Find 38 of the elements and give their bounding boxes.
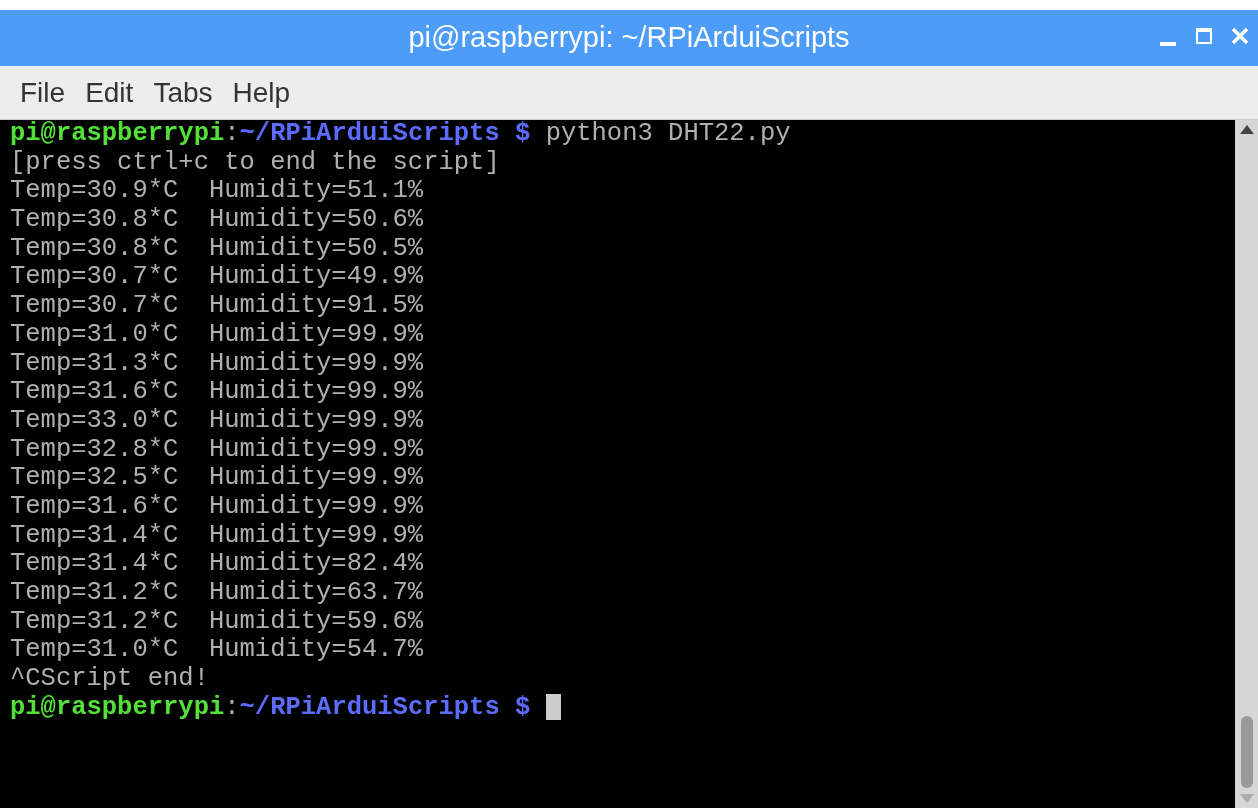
output-line: Temp=30.8*C Humidity=50.5% [10,233,424,263]
menu-item[interactable]: Tabs [143,71,223,114]
prompt-path: ~/RPiArduiScripts [239,119,500,148]
command-text: python3 DHT22.py [545,119,791,148]
scroll-up-icon[interactable] [1239,124,1254,134]
prompt-user: pi@raspberrypi [10,119,225,148]
prompt-separator: : [224,119,240,148]
output-line: Temp=30.9*C Humidity=51.1% [10,176,424,206]
prompt-user: pi@raspberrypi [10,692,225,722]
menu-item[interactable]: Edit [75,71,144,114]
menu-item[interactable]: File [10,71,76,114]
output-line: Temp=31.6*C Humidity=99.9% [10,377,424,407]
output-line: Temp=30.8*C Humidity=50.6% [10,205,424,235]
output-line: Temp=31.2*C Humidity=59.6% [10,606,424,636]
output-line: Temp=33.0*C Humidity=99.9% [10,405,424,435]
menu-item[interactable]: Help [222,71,301,114]
output-line: Temp=31.0*C Humidity=54.7% [10,635,424,665]
maximize-icon[interactable] [1196,28,1212,44]
output-line: Temp=31.3*C Humidity=99.9% [10,348,424,378]
prompt-separator: : [224,692,240,722]
output-line: Temp=30.7*C Humidity=91.5% [10,291,424,321]
output-line: [press ctrl+c to end the script] [10,147,500,177]
close-icon[interactable] [1232,28,1248,44]
window-title: pi@raspberrypi: ~/RPiArduiScripts [408,20,850,56]
output-line: ^CScript end! [10,664,209,694]
prompt-symbol: $ [515,119,531,148]
output-line: Temp=32.5*C Humidity=99.9% [10,463,424,493]
output-line: Temp=31.4*C Humidity=99.9% [10,520,424,550]
output-line: Temp=31.4*C Humidity=82.4% [10,549,424,579]
output-line: Temp=31.0*C Humidity=99.9% [10,319,424,349]
prompt-symbol: $ [515,692,531,722]
output-line: Temp=31.2*C Humidity=63.7% [10,578,424,607]
scrollbar-thumb[interactable] [1240,716,1253,788]
output-line: Temp=31.6*C Humidity=99.9% [10,491,424,521]
output-line: Temp=32.8*C Humidity=99.9% [10,434,424,464]
prompt-path: ~/RPiArduiScripts [239,692,500,722]
output-line: Temp=30.7*C Humidity=49.9% [10,262,424,292]
scroll-down-icon[interactable] [1239,794,1254,804]
